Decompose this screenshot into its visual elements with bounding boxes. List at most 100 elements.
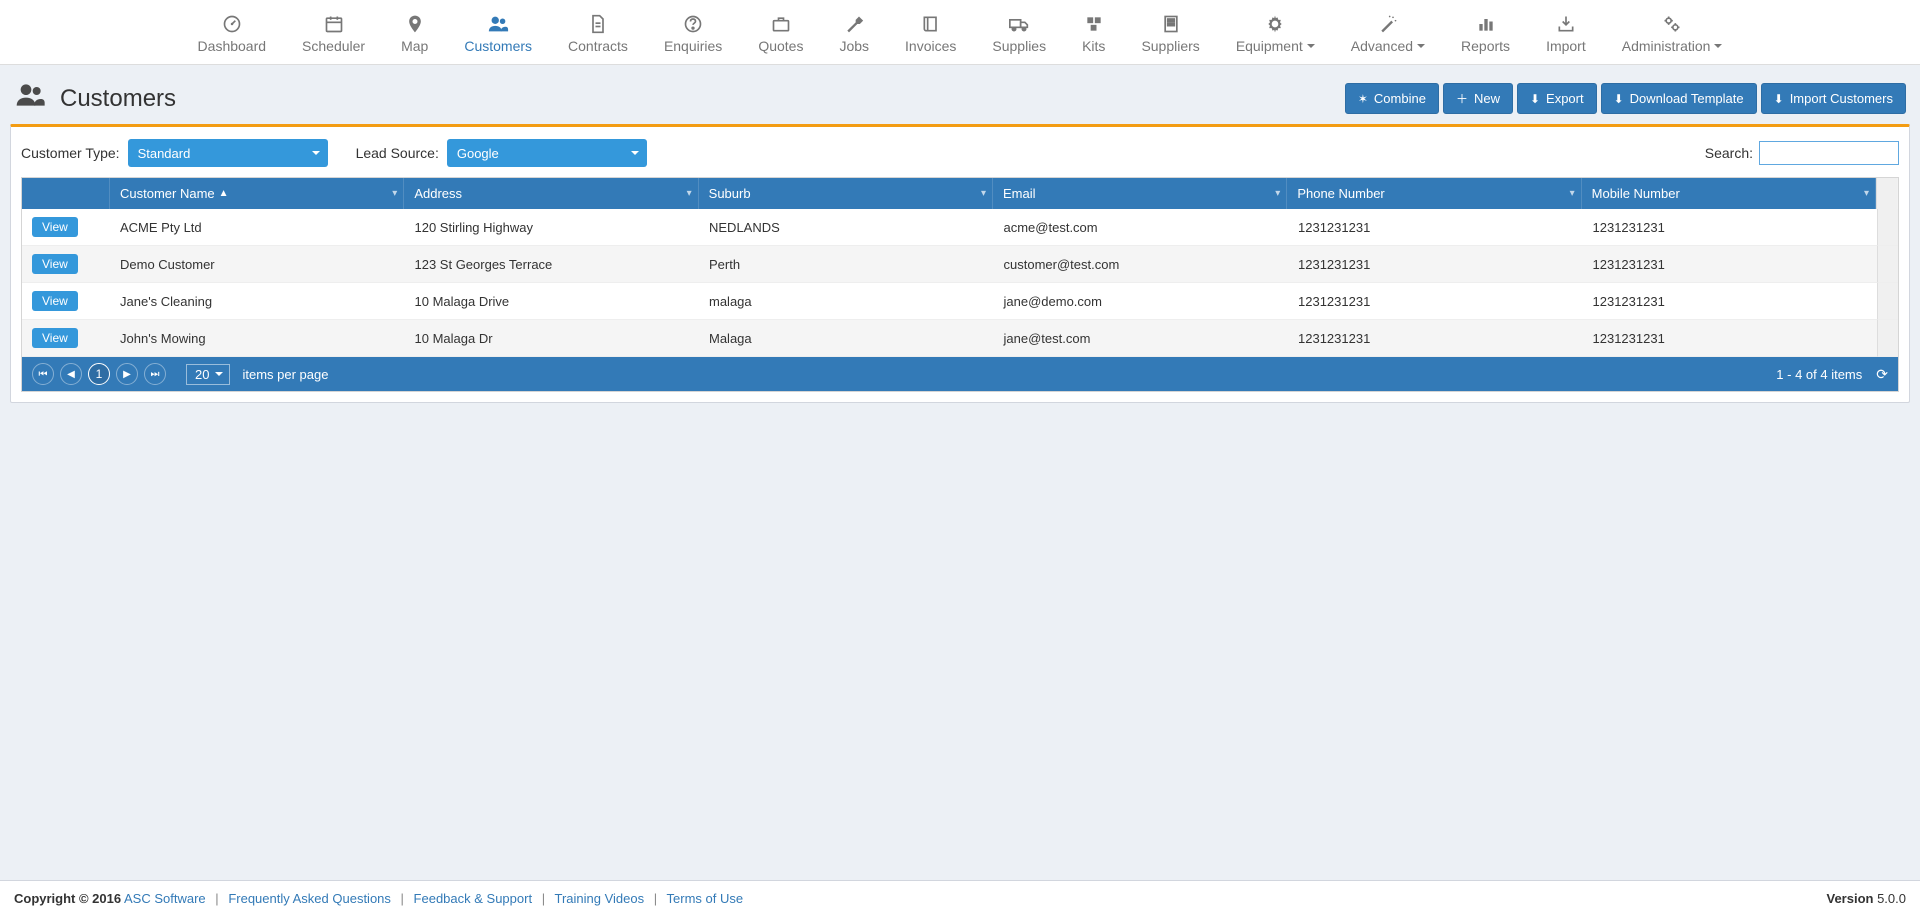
nav-enquiries[interactable]: Enquiries <box>646 6 740 64</box>
col-header-name[interactable]: Customer Name▲▾ <box>110 178 404 209</box>
table-row: View ACME Pty Ltd 120 Stirling Highway N… <box>22 209 1898 246</box>
nav-quotes[interactable]: Quotes <box>740 6 821 64</box>
nav-administration[interactable]: Administration <box>1604 6 1741 64</box>
customer-type-label: Customer Type: <box>21 145 120 161</box>
scrollbar-cell[interactable] <box>1877 283 1898 320</box>
column-menu-icon[interactable]: ▾ <box>1275 188 1280 199</box>
chevron-down-icon <box>1307 44 1315 48</box>
nav-reports[interactable]: Reports <box>1443 6 1528 64</box>
feedback-link[interactable]: Feedback & Support <box>414 891 533 906</box>
col-header-mobile[interactable]: Mobile Number ▾ <box>1582 178 1876 209</box>
search-input[interactable] <box>1759 141 1899 165</box>
map-pin-icon <box>405 12 425 36</box>
download-icon: ⬇ <box>1774 92 1784 106</box>
scrollbar-cell[interactable] <box>1877 209 1898 246</box>
items-per-page-label: items per page <box>242 367 328 382</box>
cell-phone: 1231231231 <box>1288 283 1583 320</box>
nav-map[interactable]: Map <box>383 6 446 64</box>
nav-invoices[interactable]: Invoices <box>887 6 974 64</box>
download-template-button[interactable]: ⬇ Download Template <box>1601 83 1757 114</box>
cell-name: John's Mowing <box>110 320 405 357</box>
cell-suburb: NEDLANDS <box>699 209 994 246</box>
nav-contracts[interactable]: Contracts <box>550 6 646 64</box>
view-button[interactable]: View <box>32 217 78 237</box>
pager-first-button[interactable]: ⏮ <box>32 363 54 385</box>
nav-import[interactable]: Import <box>1528 6 1604 64</box>
terms-link[interactable]: Terms of Use <box>667 891 744 906</box>
cell-address: 123 St Georges Terrace <box>405 246 700 283</box>
nav-label: Administration <box>1622 38 1711 54</box>
view-button[interactable]: View <box>32 254 78 274</box>
cell-name: ACME Pty Ltd <box>110 209 405 246</box>
nav-advanced[interactable]: Advanced <box>1333 6 1443 64</box>
nav-label: Supplies <box>992 38 1046 54</box>
export-button[interactable]: ⬇Export <box>1517 83 1597 114</box>
pager-prev-button[interactable]: ◀ <box>60 363 82 385</box>
combine-button[interactable]: ✶Combine <box>1345 83 1439 114</box>
cell-email: jane@demo.com <box>994 283 1289 320</box>
cell-name: Demo Customer <box>110 246 405 283</box>
view-button[interactable]: View <box>32 291 78 311</box>
col-label: Mobile Number <box>1592 186 1680 201</box>
column-menu-icon[interactable]: ▾ <box>687 188 692 199</box>
view-button[interactable]: View <box>32 328 78 348</box>
col-header-address[interactable]: Address ▾ <box>404 178 698 209</box>
main-card: Customer Type: Standard Lead Source: Goo… <box>10 124 1910 403</box>
sort-asc-icon: ▲ <box>219 188 229 199</box>
nav-customers[interactable]: Customers <box>446 6 550 64</box>
cell-address: 10 Malaga Drive <box>405 283 700 320</box>
col-action[interactable] <box>22 178 110 209</box>
refresh-button[interactable]: ⟳ <box>1876 366 1888 383</box>
scrollbar-cell[interactable] <box>1877 320 1898 357</box>
bar-chart-icon <box>1476 12 1496 36</box>
customer-type-dropdown[interactable]: Standard <box>128 139 328 167</box>
wrench-icon <box>844 12 864 36</box>
lead-source-dropdown[interactable]: Google <box>447 139 647 167</box>
col-header-phone[interactable]: Phone Number ▾ <box>1287 178 1581 209</box>
nav-jobs[interactable]: Jobs <box>821 6 887 64</box>
nav-equipment[interactable]: Equipment <box>1218 6 1333 64</box>
col-label: Address <box>414 186 462 201</box>
nav-label: Map <box>401 38 428 54</box>
random-icon: ✶ <box>1358 92 1368 106</box>
nav-kits[interactable]: Kits <box>1064 6 1123 64</box>
nav-dashboard[interactable]: Dashboard <box>180 6 285 64</box>
col-header-email[interactable]: Email▾ <box>993 178 1287 209</box>
version-label: Version <box>1826 891 1873 906</box>
btn-label: Download Template <box>1630 91 1744 106</box>
page-size-dropdown[interactable]: 20 <box>186 364 230 385</box>
nav-suppliers[interactable]: Suppliers <box>1123 6 1217 64</box>
cell-mobile: 1231231231 <box>1583 320 1878 357</box>
company-link[interactable]: ASC Software <box>124 891 206 906</box>
scrollbar-cell[interactable] <box>1877 246 1898 283</box>
table-row: View Jane's Cleaning 10 Malaga Drive mal… <box>22 283 1898 320</box>
nav-scheduler[interactable]: Scheduler <box>284 6 383 64</box>
users-icon <box>487 12 509 36</box>
cell-name: Jane's Cleaning <box>110 283 405 320</box>
column-menu-icon[interactable]: ▾ <box>392 188 397 199</box>
cell-address: 10 Malaga Dr <box>405 320 700 357</box>
dropdown-value: Google <box>457 146 499 161</box>
grid-body: View ACME Pty Ltd 120 Stirling Highway N… <box>22 209 1898 357</box>
import-customers-button[interactable]: ⬇Import Customers <box>1761 83 1906 114</box>
cubes-icon <box>1084 12 1104 36</box>
nav-supplies[interactable]: Supplies <box>974 6 1064 64</box>
column-menu-icon[interactable]: ▾ <box>1570 188 1575 199</box>
col-header-suburb[interactable]: Suburb▾ <box>699 178 993 209</box>
chevron-down-icon <box>312 151 320 155</box>
column-menu-icon[interactable]: ▾ <box>981 188 986 199</box>
download-icon: ⬇ <box>1614 92 1624 106</box>
cell-email: acme@test.com <box>994 209 1289 246</box>
training-link[interactable]: Training Videos <box>554 891 644 906</box>
copyright-prefix: Copyright © 2016 <box>14 891 121 906</box>
pager-next-button[interactable]: ▶ <box>116 363 138 385</box>
column-menu-icon[interactable]: ▾ <box>1864 188 1869 199</box>
new-button[interactable]: ＋New <box>1443 83 1513 114</box>
pager-last-button[interactable]: ⏭ <box>144 363 166 385</box>
col-label: Phone Number <box>1297 186 1384 201</box>
nav-label: Dashboard <box>198 38 267 54</box>
page-title: Customers <box>60 85 176 113</box>
pager-current-page[interactable]: 1 <box>88 363 110 385</box>
dashboard-icon <box>222 12 242 36</box>
faq-link[interactable]: Frequently Asked Questions <box>228 891 391 906</box>
